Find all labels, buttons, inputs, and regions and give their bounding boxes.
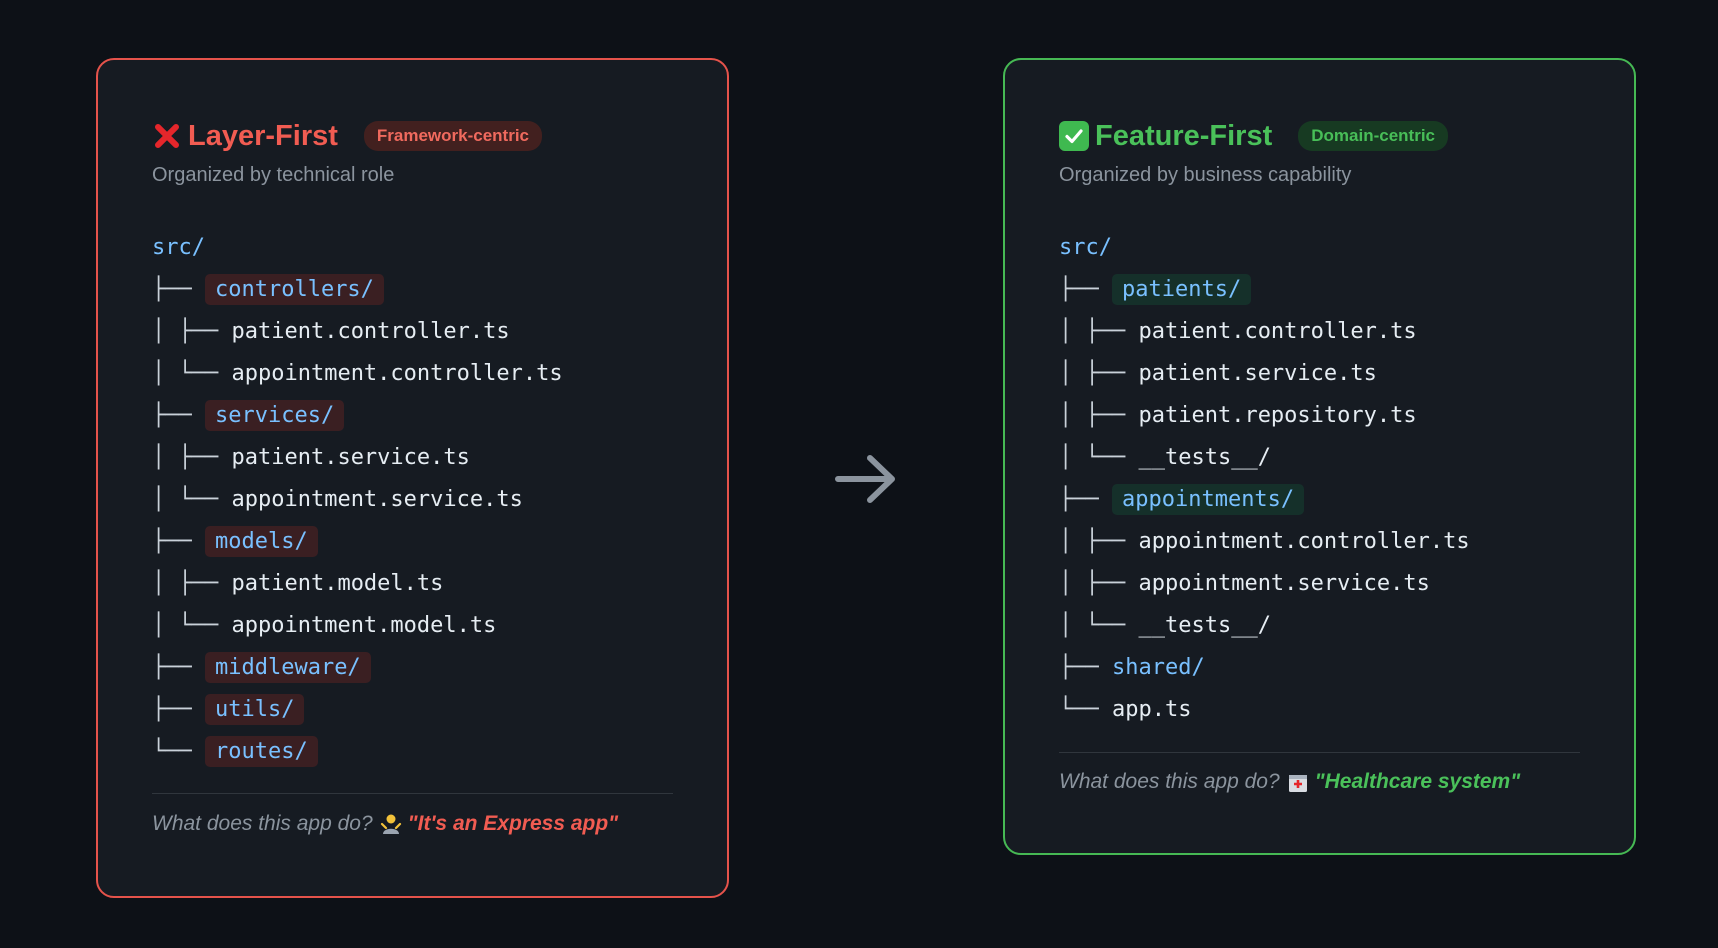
question-text: What does this app do? (1059, 770, 1280, 793)
tree-folder: src/ (1059, 234, 1112, 260)
tree-branch: │ ├── (1059, 360, 1139, 386)
tree-line: │ ├── patient.controller.ts (1059, 310, 1470, 352)
shrug-person-icon (379, 812, 403, 836)
tree-branch: │ ├── (1059, 402, 1139, 428)
tree-branch: └── (1059, 696, 1112, 722)
tree-file: patient.controller.ts (231, 318, 510, 344)
layer-first-card: Layer-First Framework-centric Organized … (96, 58, 729, 898)
tree-branch: │ ├── (1059, 570, 1139, 596)
tree-branch: │ ├── (152, 444, 232, 470)
tree-file: appointment.service.ts (1138, 570, 1430, 596)
feature-first-answer: "Healthcare system" (1314, 770, 1521, 793)
tree-line: ├── middleware/ (152, 646, 563, 688)
tree-line: │ ├── patient.model.ts (152, 562, 563, 604)
tree-folder: services/ (204, 399, 345, 431)
tree-file: patient.controller.ts (1138, 318, 1417, 344)
tree-folder: controllers/ (204, 273, 384, 305)
feature-first-card: Feature-First Domain-centric Organized b… (1003, 58, 1636, 855)
tree-line: └── routes/ (152, 730, 563, 772)
tree-line: │ ├── patient.controller.ts (152, 310, 563, 352)
tree-file: patient.service.ts (1138, 360, 1377, 386)
tree-line: │ └── appointment.service.ts (152, 478, 563, 520)
feature-first-title-row: Feature-First Domain-centric (1059, 116, 1449, 156)
hospital-icon (1286, 770, 1310, 794)
tree-line: │ ├── appointment.service.ts (1059, 562, 1470, 604)
tree-branch: ├── (152, 528, 205, 554)
tree-branch: │ └── (152, 612, 232, 638)
tree-branch: │ ├── (152, 318, 232, 344)
tree-file: patient.model.ts (231, 570, 444, 596)
tree-folder: routes/ (204, 735, 318, 767)
tree-branch: ├── (152, 402, 205, 428)
tree-branch: │ └── (152, 360, 232, 386)
tree-branch: │ └── (1059, 612, 1139, 638)
layer-first-question: What does this app do? "It's an Express … (152, 812, 618, 836)
tree-folder: utils/ (204, 693, 305, 725)
tree-file: __tests__/ (1138, 612, 1271, 638)
tree-line: │ ├── appointment.controller.ts (1059, 520, 1470, 562)
tree-branch: │ ├── (1059, 528, 1139, 554)
layer-first-answer: "It's an Express app" (407, 812, 619, 835)
question-text: What does this app do? (152, 812, 373, 835)
domain-centric-badge: Domain-centric (1298, 121, 1449, 151)
check-mark-icon (1059, 121, 1089, 151)
tree-file: appointment.controller.ts (1138, 528, 1470, 554)
tree-branch: ├── (152, 276, 205, 302)
tree-line: ├── appointments/ (1059, 478, 1470, 520)
tree-line: src/ (152, 226, 563, 268)
tree-line: ├── utils/ (152, 688, 563, 730)
tree-branch: ├── (1059, 654, 1112, 680)
tree-line: │ ├── patient.service.ts (1059, 352, 1470, 394)
tree-line: ├── shared/ (1059, 646, 1470, 688)
tree-file: __tests__/ (1138, 444, 1271, 470)
divider (1059, 752, 1580, 753)
tree-folder: patients/ (1111, 273, 1252, 305)
tree-branch: │ └── (1059, 444, 1139, 470)
feature-first-tree: src/├── patients/│ ├── patient.controlle… (1059, 226, 1470, 730)
tree-file: patient.service.ts (231, 444, 470, 470)
feature-first-subtitle: Organized by business capability (1059, 164, 1352, 186)
tree-folder: src/ (152, 234, 205, 260)
tree-branch: │ └── (152, 486, 232, 512)
tree-folder: appointments/ (1111, 483, 1305, 515)
layer-first-tree: src/├── controllers/│ ├── patient.contro… (152, 226, 563, 772)
tree-line: ├── services/ (152, 394, 563, 436)
tree-folder: shared/ (1111, 654, 1205, 680)
tree-folder: middleware/ (204, 651, 371, 683)
tree-line: │ └── __tests__/ (1059, 436, 1470, 478)
tree-line: └── app.ts (1059, 688, 1470, 730)
tree-branch: ├── (1059, 276, 1112, 302)
tree-file: appointment.model.ts (231, 612, 497, 638)
tree-branch: └── (152, 738, 205, 764)
tree-branch: ├── (152, 654, 205, 680)
layer-first-title-row: Layer-First Framework-centric (152, 116, 543, 156)
tree-line: │ └── appointment.model.ts (152, 604, 563, 646)
tree-file: appointment.service.ts (231, 486, 523, 512)
tree-branch: │ ├── (152, 570, 232, 596)
divider (152, 793, 673, 794)
feature-first-title: Feature-First (1095, 119, 1273, 152)
tree-file: appointment.controller.ts (231, 360, 563, 386)
tree-branch: ├── (1059, 486, 1112, 512)
tree-branch: ├── (152, 696, 205, 722)
tree-line: ├── patients/ (1059, 268, 1470, 310)
tree-file: app.ts (1111, 696, 1192, 722)
cross-mark-icon (152, 121, 182, 151)
tree-folder: models/ (204, 525, 318, 557)
layer-first-title: Layer-First (188, 119, 338, 152)
tree-line: src/ (1059, 226, 1470, 268)
tree-file: patient.repository.ts (1138, 402, 1417, 428)
layer-first-subtitle: Organized by technical role (152, 164, 395, 186)
tree-line: ├── controllers/ (152, 268, 563, 310)
tree-line: │ ├── patient.service.ts (152, 436, 563, 478)
tree-line: │ ├── patient.repository.ts (1059, 394, 1470, 436)
tree-branch: │ ├── (1059, 318, 1139, 344)
tree-line: │ └── appointment.controller.ts (152, 352, 563, 394)
feature-first-question: What does this app do? "Healthcare syste… (1059, 770, 1520, 794)
right-arrow-icon (834, 452, 898, 506)
tree-line: ├── models/ (152, 520, 563, 562)
framework-centric-badge: Framework-centric (363, 121, 543, 151)
tree-line: │ └── __tests__/ (1059, 604, 1470, 646)
